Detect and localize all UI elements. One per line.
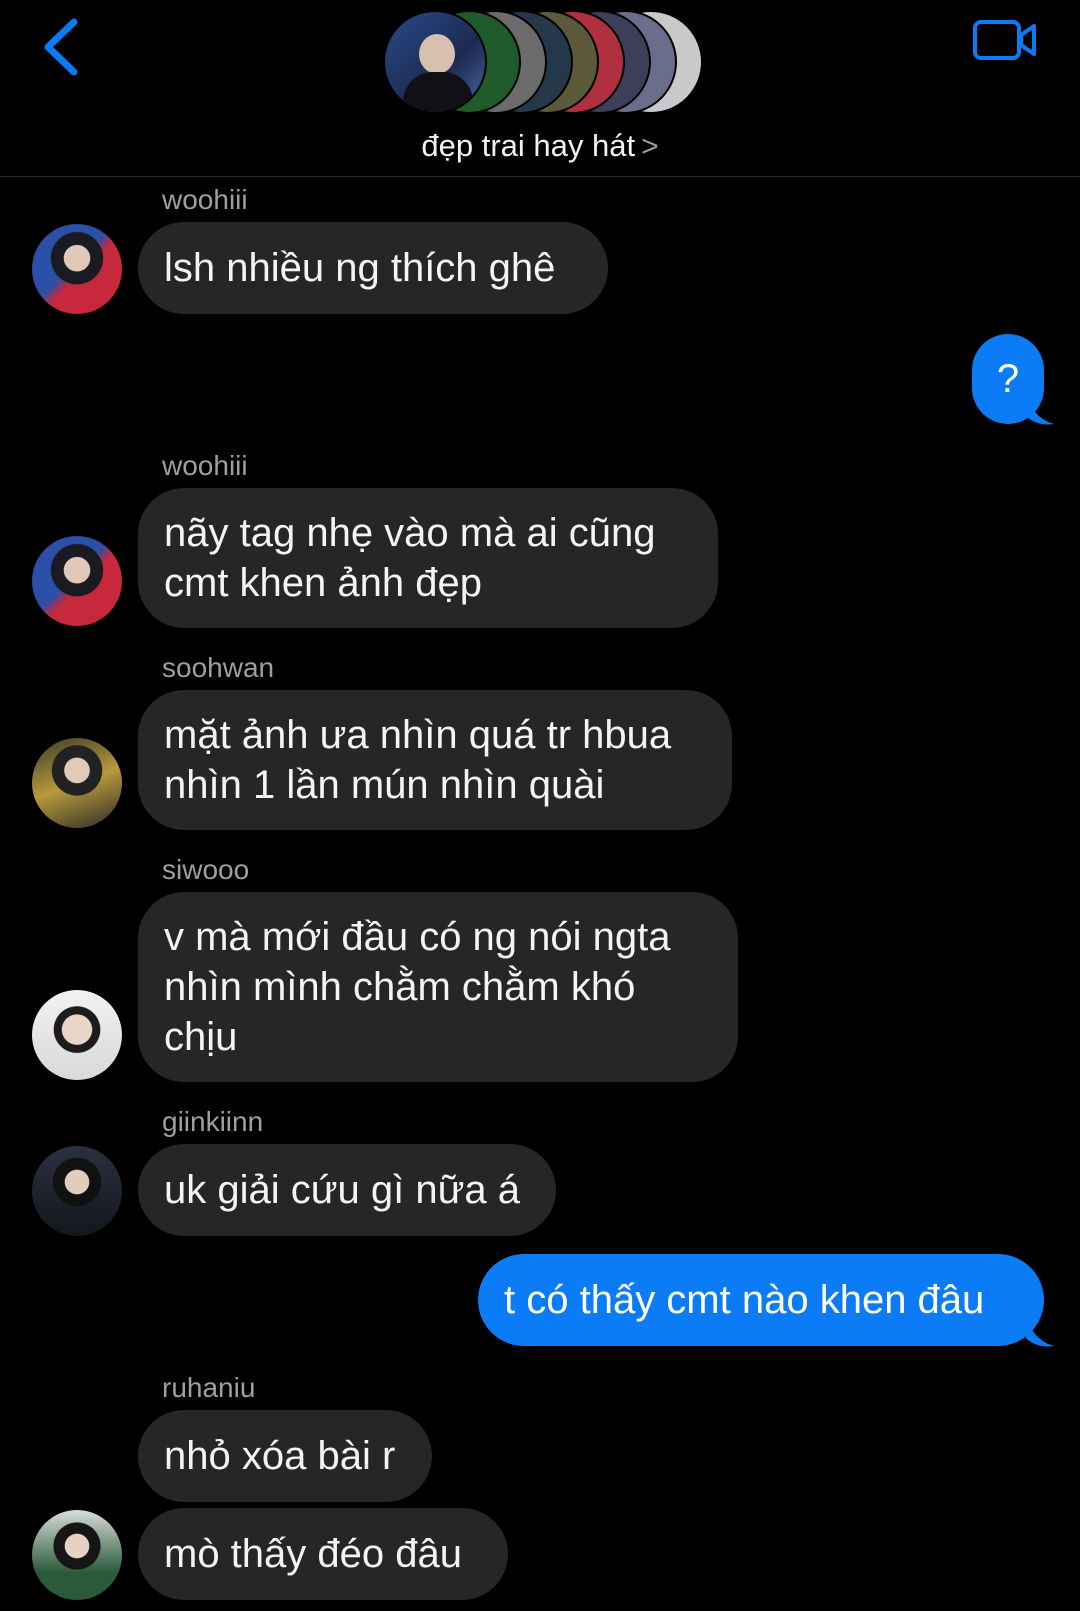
bubble-tail	[1026, 1314, 1054, 1347]
avatar[interactable]	[32, 738, 122, 828]
group-avatar-stack[interactable]	[383, 10, 703, 114]
message-bubble[interactable]: lsh nhiều ng thích ghê	[138, 222, 608, 314]
sender-name: woohiii	[162, 184, 248, 215]
message-text: ?	[996, 357, 1020, 401]
message-text: nãy tag nhẹ vào mà ai cũng cmt khen ảnh …	[164, 511, 656, 605]
message-bubble[interactable]: nhỏ xóa bài r	[138, 1410, 432, 1502]
message-bubble[interactable]: v mà mới đầu có ng nói ngta nhìn mình ch…	[138, 892, 738, 1082]
sender-name: soohwan	[162, 652, 275, 683]
member-avatar	[383, 10, 487, 114]
message-bubble-sent[interactable]: t có thấy cmt nào khen đâu	[478, 1254, 1044, 1346]
avatar[interactable]	[32, 1510, 122, 1600]
group-name: đẹp trai hay hát	[421, 128, 636, 163]
message-text: lsh nhiều ng thích ghê	[164, 246, 556, 290]
video-call-icon[interactable]	[972, 18, 1038, 62]
chevron-left-icon[interactable]	[38, 16, 82, 78]
bubble-tail	[1026, 392, 1054, 425]
message-bubble[interactable]: mò thấy đéo đâu	[138, 1508, 508, 1600]
sender-name: giinkiinn	[162, 1106, 264, 1137]
message-text: v mà mới đầu có ng nói ngta nhìn mình ch…	[164, 915, 671, 1059]
message-text: mò thấy đéo đâu	[164, 1532, 462, 1576]
chevron-right-icon: >	[641, 130, 659, 163]
message-text: nhỏ xóa bài r	[164, 1434, 396, 1478]
avatar[interactable]	[32, 224, 122, 314]
message-bubble[interactable]: uk giải cứu gì nữa á	[138, 1144, 556, 1236]
sender-name: siwooo	[162, 854, 250, 885]
chat-header: đẹp trai hay hát >	[0, 0, 1080, 177]
message-bubble[interactable]: nãy tag nhẹ vào mà ai cũng cmt khen ảnh …	[138, 488, 718, 628]
message-text: uk giải cứu gì nữa á	[164, 1168, 520, 1212]
avatar[interactable]	[32, 990, 122, 1080]
sender-name: ruhaniu	[162, 1372, 256, 1403]
avatar[interactable]	[32, 1146, 122, 1236]
group-title[interactable]: đẹp trai hay hát >	[0, 128, 1080, 164]
message-text: mặt ảnh ưa nhìn quá tr hbua nhìn 1 lần m…	[164, 713, 672, 807]
message-text: t có thấy cmt nào khen đâu	[504, 1278, 985, 1322]
message-bubble[interactable]: mặt ảnh ưa nhìn quá tr hbua nhìn 1 lần m…	[138, 690, 732, 830]
avatar[interactable]	[32, 536, 122, 626]
sender-name: woohiii	[162, 450, 248, 481]
